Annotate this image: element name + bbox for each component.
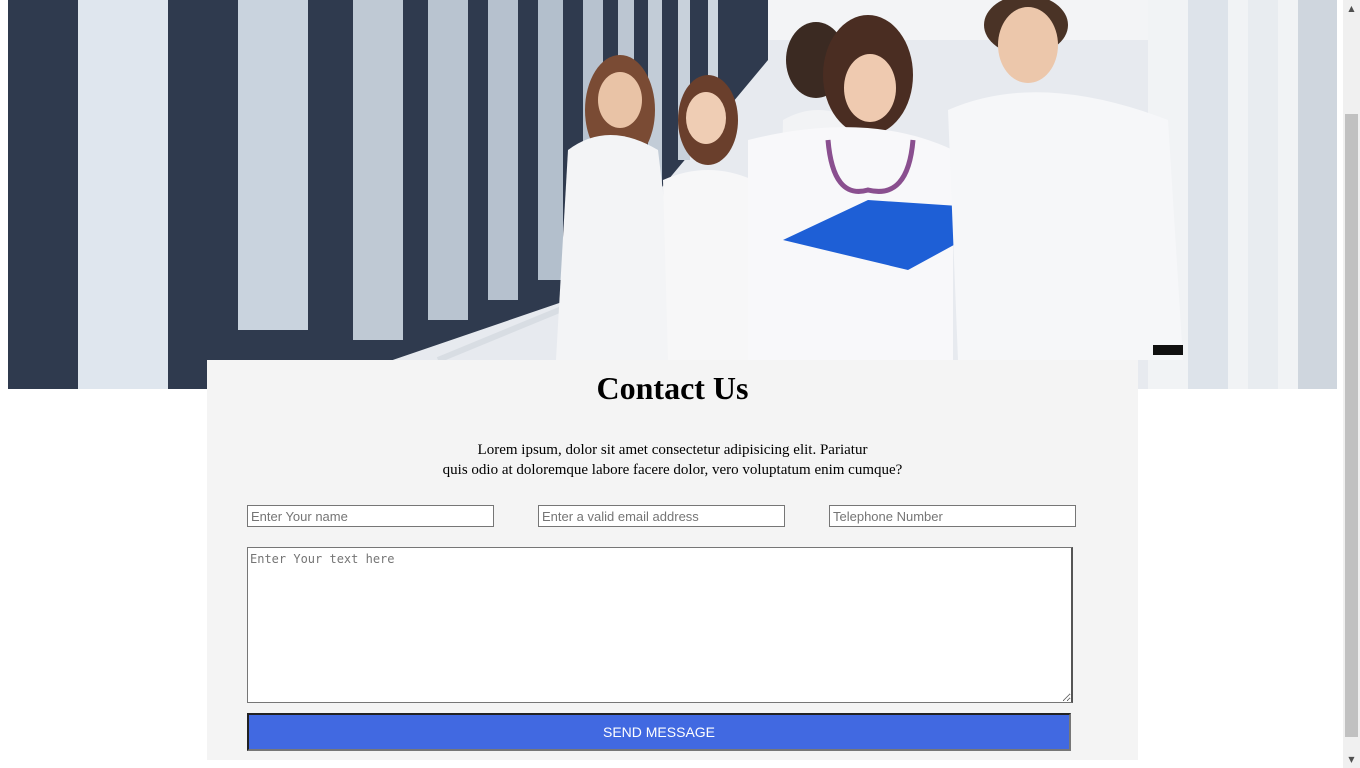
send-message-button[interactable]: SEND MESSAGE: [247, 713, 1071, 751]
arrow-up-icon[interactable]: ▲: [1343, 0, 1360, 17]
contact-description: Lorem ipsum, dolor sit amet consectetur …: [407, 440, 938, 480]
hero-photo: [8, 0, 1337, 389]
description-line-1: Lorem ipsum, dolor sit amet consectetur …: [477, 442, 868, 458]
contact-card: Contact Us Lorem ipsum, dolor sit amet c…: [207, 360, 1138, 760]
email-input[interactable]: [538, 505, 785, 527]
scroll-thumb[interactable]: [1345, 114, 1358, 737]
hero-image: [8, 0, 1337, 389]
message-textarea[interactable]: [247, 547, 1073, 703]
arrow-down-icon[interactable]: ▼: [1343, 751, 1360, 768]
page-title: Contact Us: [596, 370, 749, 406]
phone-input[interactable]: [829, 505, 1076, 527]
vertical-scrollbar[interactable]: ▲ ▼: [1343, 0, 1360, 768]
description-line-2: quis odio at doloremque labore facere do…: [442, 462, 903, 478]
name-input[interactable]: [247, 505, 494, 527]
